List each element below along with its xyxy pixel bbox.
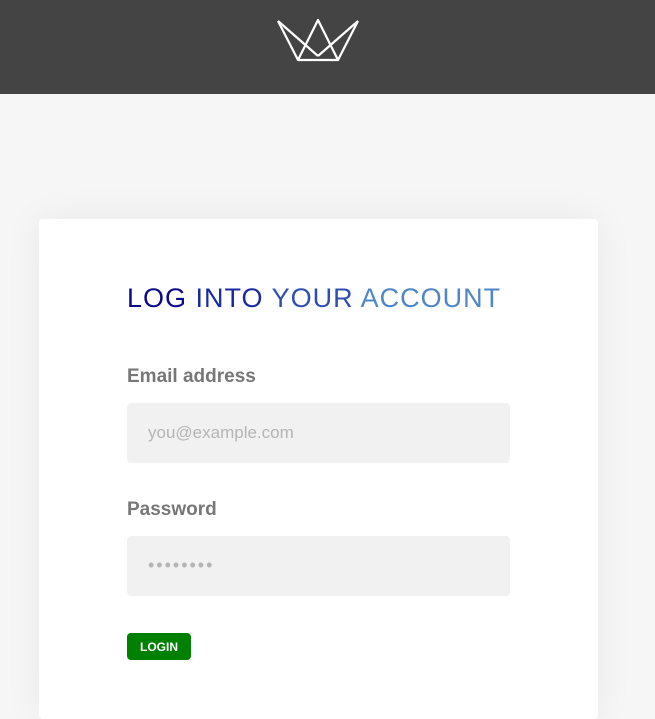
login-button[interactable]: LOGIN	[127, 633, 191, 660]
email-label: Email address	[127, 366, 256, 387]
heading-word-log: LOG	[127, 283, 196, 313]
top-header-bar	[0, 0, 655, 94]
login-heading: LOG INTO YOUR ACCOUNT	[127, 283, 501, 314]
heading-word-into: INTO	[195, 283, 272, 313]
login-card: LOG INTO YOUR ACCOUNT Email address Pass…	[39, 219, 598, 719]
heading-word-your: YOUR	[271, 283, 361, 313]
heading-word-account: ACCOUNT	[360, 283, 502, 313]
crown-logo-icon	[277, 18, 359, 62]
password-input[interactable]	[127, 536, 510, 596]
password-label: Password	[127, 499, 217, 520]
email-input[interactable]	[127, 403, 510, 463]
